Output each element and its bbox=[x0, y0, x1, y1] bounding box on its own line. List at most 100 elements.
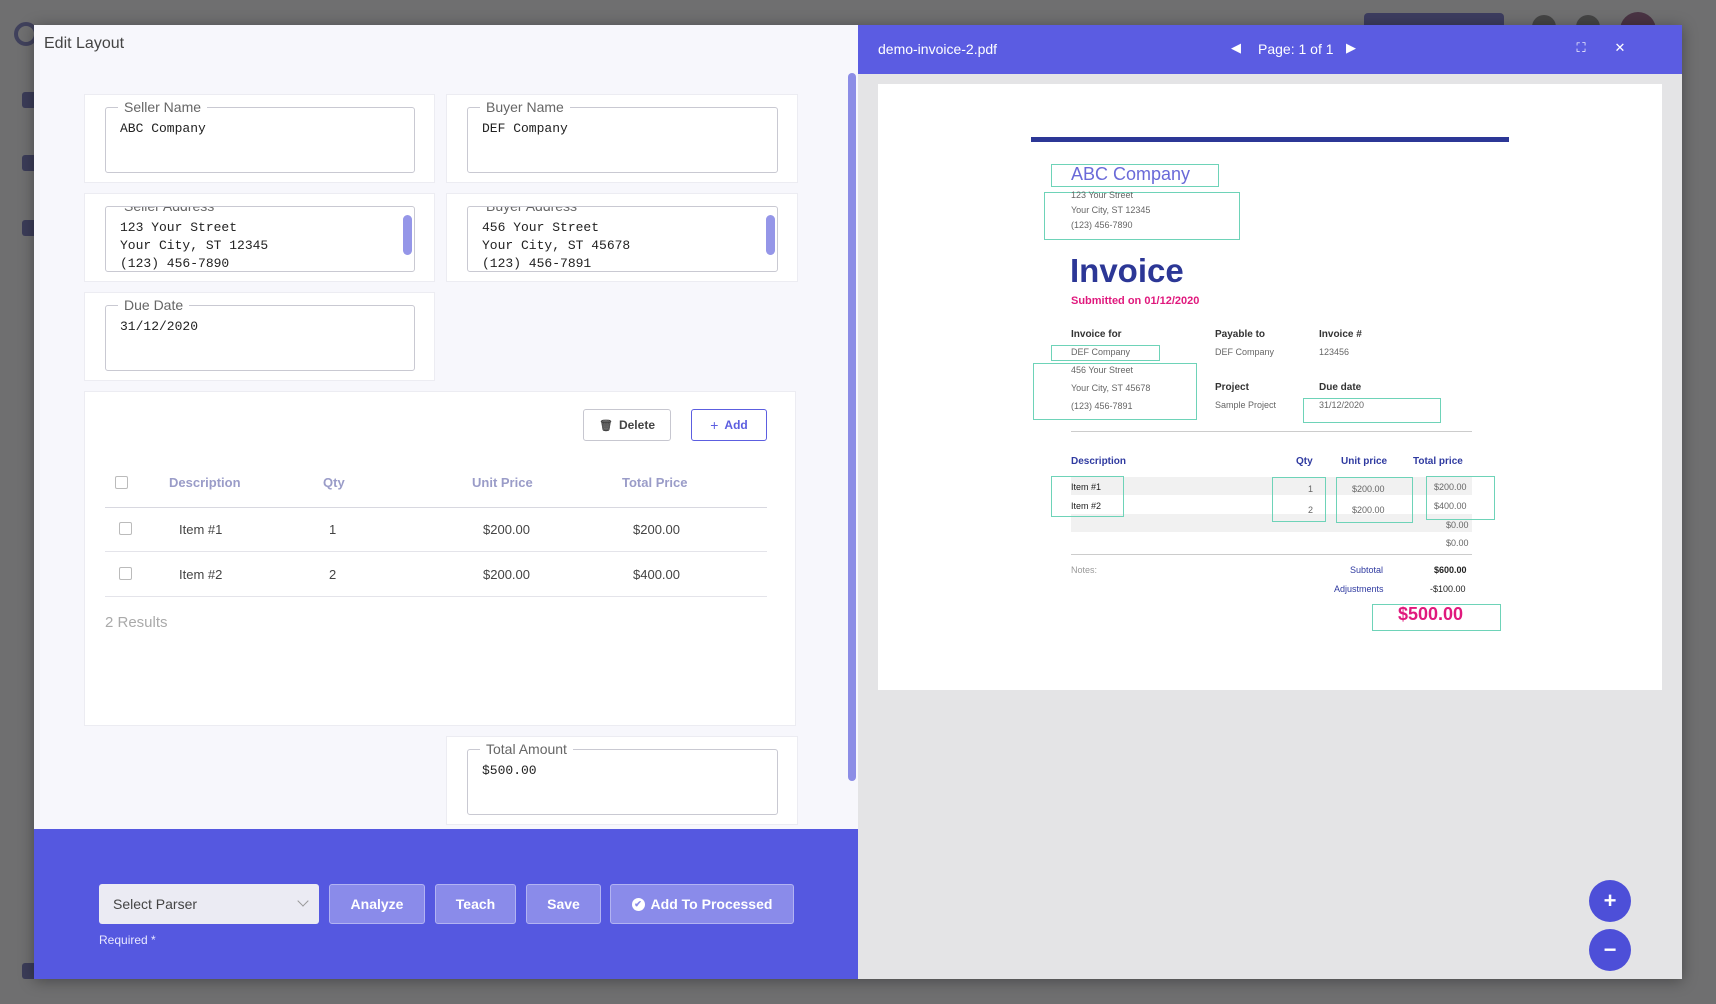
doc-row-qty: 2 bbox=[1308, 505, 1314, 515]
row-total-price: $400.00 bbox=[633, 567, 680, 582]
row-description: Item #1 bbox=[179, 522, 223, 537]
column-header-total-price[interactable]: Total Price bbox=[622, 475, 688, 490]
row-divider bbox=[105, 596, 767, 597]
doc-invoice-no-label: Invoice # bbox=[1319, 329, 1362, 340]
seller-name-field[interactable]: Seller Name ABC Company bbox=[105, 98, 415, 173]
column-header-unit-price[interactable]: Unit Price bbox=[472, 475, 533, 490]
doc-col-unit: Unit price bbox=[1341, 456, 1388, 467]
doc-col-qty: Qty bbox=[1296, 456, 1313, 467]
edit-form-panel: Edit Layout Seller Name ABC Company Buye… bbox=[34, 25, 858, 979]
doc-row-qty: 1 bbox=[1308, 484, 1314, 494]
row-description: Item #2 bbox=[179, 567, 223, 582]
chevron-down-icon bbox=[297, 895, 309, 907]
edit-layout-modal: Edit Layout Seller Name ABC Company Buye… bbox=[34, 25, 1682, 979]
doc-title: Invoice bbox=[1070, 252, 1184, 289]
seller-address-field[interactable]: Seller Address 123 Your Street Your City… bbox=[105, 206, 415, 272]
doc-due-date-label: Due date bbox=[1319, 382, 1362, 393]
doc-seller-address-2: Your City, ST 12345 bbox=[1071, 205, 1151, 215]
doc-seller-address-1: 123 Your Street bbox=[1071, 190, 1134, 200]
row-checkbox[interactable] bbox=[119, 522, 132, 535]
parser-select-value: Select Parser bbox=[113, 896, 198, 912]
results-count: 2 Results bbox=[105, 614, 168, 631]
delete-button-label: Delete bbox=[618, 418, 655, 432]
doc-invoice-for-label: Invoice for bbox=[1071, 329, 1122, 340]
total-amount-label: Total Amount bbox=[480, 740, 573, 758]
row-qty: 1 bbox=[329, 522, 337, 537]
table-header-divider bbox=[105, 507, 767, 508]
buyer-name-card: Buyer Name DEF Company bbox=[446, 94, 798, 183]
doc-buyer-phone: (123) 456-7891 bbox=[1071, 401, 1133, 411]
action-footer: Select Parser Required * Analyze Teach S… bbox=[34, 829, 858, 979]
add-to-processed-button[interactable]: ✔ Add To Processed bbox=[610, 884, 794, 924]
doc-project: Sample Project bbox=[1215, 400, 1277, 410]
doc-divider bbox=[1071, 554, 1472, 555]
doc-empty-total: $0.00 bbox=[1446, 520, 1469, 530]
save-button[interactable]: Save bbox=[526, 884, 601, 924]
doc-grand-total: $500.00 bbox=[1398, 604, 1464, 624]
add-to-processed-label: Add To Processed bbox=[650, 896, 773, 912]
doc-buyer-name: DEF Company bbox=[1071, 347, 1131, 357]
buyer-address-field[interactable]: Buyer Address 456 Your Street Your City,… bbox=[467, 206, 778, 272]
doc-empty-total: $0.00 bbox=[1446, 538, 1469, 548]
buyer-address-value[interactable]: 456 Your Street Your City, ST 45678 (123… bbox=[482, 219, 757, 271]
doc-divider bbox=[1071, 431, 1472, 432]
prev-page-icon[interactable]: ◀ bbox=[1228, 38, 1244, 58]
seller-name-card: Seller Name ABC Company bbox=[84, 94, 435, 183]
buyer-name-value[interactable]: DEF Company bbox=[482, 120, 763, 138]
items-qty-highlight[interactable] bbox=[1272, 477, 1326, 522]
doc-buyer-address-2: Your City, ST 45678 bbox=[1071, 383, 1151, 393]
fullscreen-icon[interactable]: ⛶ bbox=[1573, 38, 1589, 58]
form-scrollbar[interactable] bbox=[848, 73, 856, 781]
teach-button[interactable]: Teach bbox=[435, 884, 516, 924]
buyer-address-card: Buyer Address 456 Your Street Your City,… bbox=[446, 193, 798, 282]
analyze-button[interactable]: Analyze bbox=[329, 884, 425, 924]
parser-select[interactable]: Select Parser bbox=[99, 884, 319, 924]
due-date-card: Due Date 31/12/2020 bbox=[84, 292, 435, 381]
row-checkbox[interactable] bbox=[119, 567, 132, 580]
page-indicator: Page: 1 of 1 bbox=[1258, 41, 1334, 57]
pdf-page: ABC Company 123 Your Street Your City, S… bbox=[878, 84, 1662, 690]
add-button[interactable]: + Add bbox=[691, 409, 767, 441]
total-amount-card: Total Amount $500.00 bbox=[446, 736, 798, 825]
seller-address-card: Seller Address 123 Your Street Your City… bbox=[84, 193, 435, 282]
column-header-description[interactable]: Description bbox=[169, 475, 241, 490]
select-all-checkbox[interactable] bbox=[115, 476, 128, 489]
doc-seller-name: ABC Company bbox=[1071, 164, 1191, 184]
doc-buyer-address-1: 456 Your Street bbox=[1071, 365, 1134, 375]
total-amount-value[interactable]: $500.00 bbox=[482, 762, 763, 780]
doc-notes-label: Notes: bbox=[1071, 565, 1098, 575]
zoom-in-button[interactable]: + bbox=[1589, 880, 1631, 922]
zoom-out-button[interactable]: − bbox=[1589, 929, 1631, 971]
plus-icon: + bbox=[1603, 888, 1617, 913]
doc-project-label: Project bbox=[1215, 382, 1249, 393]
due-date-field[interactable]: Due Date 31/12/2020 bbox=[105, 296, 415, 371]
modal-title: Edit Layout bbox=[44, 35, 125, 52]
next-page-icon[interactable]: ▶ bbox=[1343, 38, 1359, 58]
required-hint: Required * bbox=[99, 933, 156, 947]
seller-name-value[interactable]: ABC Company bbox=[120, 120, 400, 138]
check-circle-icon: ✔ bbox=[631, 897, 645, 911]
close-icon[interactable]: ✕ bbox=[1612, 38, 1628, 58]
total-amount-field[interactable]: Total Amount $500.00 bbox=[467, 740, 778, 815]
plus-icon: + bbox=[710, 417, 719, 433]
column-header-qty[interactable]: Qty bbox=[323, 475, 345, 490]
minus-icon: − bbox=[1603, 937, 1617, 962]
pdf-toolbar: demo-invoice-2.pdf ◀ Page: 1 of 1 ▶ ⛶ ✕ bbox=[858, 25, 1682, 74]
doc-seller-phone: (123) 456-7890 bbox=[1071, 220, 1133, 230]
buyer-name-field[interactable]: Buyer Name DEF Company bbox=[467, 98, 778, 173]
doc-due-date: 31/12/2020 bbox=[1319, 400, 1365, 410]
seller-name-label: Seller Name bbox=[118, 98, 208, 116]
seller-address-value[interactable]: 123 Your Street Your City, ST 12345 (123… bbox=[120, 219, 394, 271]
delete-button[interactable]: 🗑 Delete bbox=[583, 409, 671, 441]
buyer-address-scrollbar[interactable] bbox=[766, 215, 775, 255]
doc-adjustments: -$100.00 bbox=[1430, 584, 1466, 594]
pdf-viewer-panel: demo-invoice-2.pdf ◀ Page: 1 of 1 ▶ ⛶ ✕ … bbox=[858, 25, 1682, 979]
seller-address-scrollbar[interactable] bbox=[403, 215, 412, 255]
pdf-file-name: demo-invoice-2.pdf bbox=[878, 41, 998, 57]
due-date-value[interactable]: 31/12/2020 bbox=[120, 318, 400, 336]
doc-adjustments-label: Adjustments bbox=[1334, 584, 1384, 594]
doc-row-total: $200.00 bbox=[1434, 482, 1467, 492]
due-date-label: Due Date bbox=[118, 296, 190, 314]
doc-invoice-no: 123456 bbox=[1319, 347, 1350, 357]
row-total-price: $200.00 bbox=[633, 522, 680, 537]
